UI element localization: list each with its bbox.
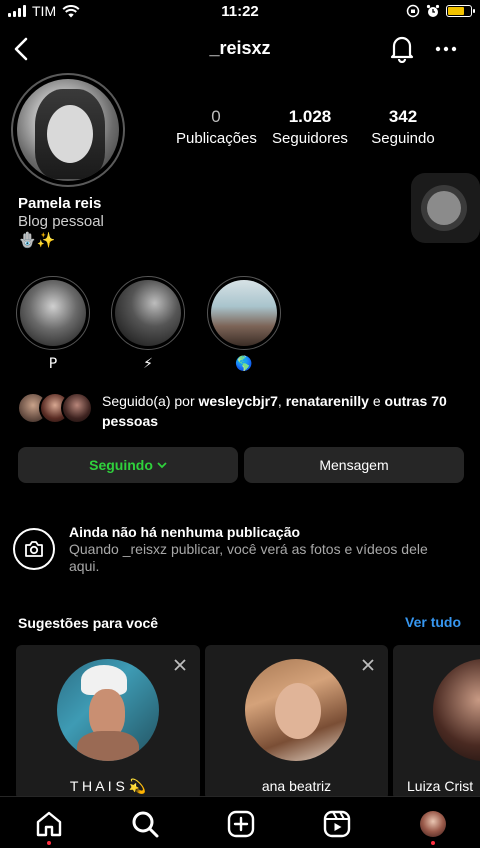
following-label: Seguindo bbox=[371, 130, 435, 147]
profile-name: Pamela reis bbox=[18, 195, 102, 212]
assistive-touch-button[interactable] bbox=[411, 173, 480, 243]
suggestion-name: T H A I S 💫 bbox=[69, 778, 147, 794]
orientation-lock-icon bbox=[406, 4, 420, 18]
camera-icon bbox=[13, 528, 55, 570]
message-label: Mensagem bbox=[319, 457, 389, 473]
highlight-p[interactable]: P bbox=[15, 276, 91, 372]
status-bar: TIM 11:22 bbox=[0, 0, 480, 24]
following-button[interactable]: Seguindo bbox=[18, 447, 238, 483]
top-nav: _reisxz bbox=[0, 30, 480, 68]
followers-label: Seguidores bbox=[272, 130, 348, 147]
reels-tab[interactable] bbox=[322, 809, 352, 839]
create-icon bbox=[227, 810, 255, 838]
suggestion-card[interactable]: ana beatriz bbox=[205, 645, 388, 800]
following-count: 342 bbox=[388, 107, 418, 126]
status-right bbox=[406, 4, 475, 18]
avatar bbox=[245, 659, 347, 761]
avatar bbox=[61, 392, 93, 424]
more-icon[interactable] bbox=[432, 35, 460, 63]
mutual-followers[interactable]: Seguido(a) por wesleycbjr7, renatarenill… bbox=[17, 391, 467, 431]
highlight-label: ⚡ bbox=[143, 356, 153, 372]
alarm-icon bbox=[426, 4, 440, 17]
mutual-avatars bbox=[17, 391, 93, 425]
message-button[interactable]: Mensagem bbox=[244, 447, 464, 483]
profile-bio: 🪬✨ bbox=[18, 231, 56, 249]
stat-posts[interactable]: 0 Publicações bbox=[176, 107, 257, 147]
following-label: Seguindo bbox=[89, 457, 153, 473]
followers-count: 1.028 bbox=[288, 107, 332, 126]
see-all-link[interactable]: Ver tudo bbox=[405, 614, 461, 630]
chevron-down-icon bbox=[157, 462, 167, 469]
avatar bbox=[433, 659, 480, 761]
battery-level bbox=[448, 7, 464, 15]
profile-photo bbox=[17, 79, 119, 181]
followed-by-text: Seguido(a) por wesleycbjr7, renatarenill… bbox=[102, 393, 447, 429]
close-icon[interactable] bbox=[360, 657, 376, 673]
empty-state-description: Quando _reisxz publicar, você verá as fo… bbox=[69, 541, 428, 574]
highlight-cover bbox=[115, 280, 181, 346]
suggestion-name: ana beatriz bbox=[261, 778, 332, 794]
profile-avatar[interactable] bbox=[11, 73, 125, 187]
stat-following[interactable]: 342 Seguindo bbox=[369, 107, 437, 147]
highlight-label: 🌎 bbox=[235, 356, 253, 372]
stat-followers[interactable]: 1.028 Seguidores bbox=[271, 107, 349, 147]
highlight-label: P bbox=[48, 356, 58, 372]
reels-icon bbox=[323, 810, 351, 838]
suggestion-card[interactable]: Luiza Crist bbox=[393, 645, 480, 800]
posts-label: Publicações bbox=[176, 130, 257, 147]
avatar bbox=[57, 659, 159, 761]
search-tab[interactable] bbox=[130, 809, 160, 839]
close-icon[interactable] bbox=[172, 657, 188, 673]
bell-icon[interactable] bbox=[388, 33, 416, 63]
suggestion-name: Luiza Crist bbox=[407, 778, 474, 794]
highlight-cover bbox=[20, 280, 86, 346]
create-tab[interactable] bbox=[226, 809, 256, 839]
home-icon bbox=[36, 811, 62, 837]
highlight-globe[interactable]: 🌎 bbox=[206, 276, 282, 372]
profile-category: Blog pessoal bbox=[18, 213, 104, 230]
highlight-lightning[interactable]: ⚡ bbox=[110, 276, 186, 372]
follower-link[interactable]: renatarenilly bbox=[286, 393, 369, 409]
suggestions-title: Sugestões para você bbox=[18, 615, 159, 631]
posts-count: 0 bbox=[211, 107, 221, 126]
suggestion-card[interactable]: T H A I S 💫 bbox=[16, 645, 200, 800]
highlight-cover bbox=[211, 280, 277, 346]
bottom-nav bbox=[0, 796, 480, 848]
home-tab[interactable] bbox=[34, 809, 64, 845]
battery-icon bbox=[446, 5, 475, 17]
empty-state-title: Ainda não há nenhuma publicação bbox=[69, 524, 301, 540]
follower-link[interactable]: wesleycbjr7 bbox=[199, 393, 278, 409]
profile-tab[interactable] bbox=[418, 809, 448, 845]
profile-avatar-icon bbox=[420, 811, 446, 837]
search-icon bbox=[132, 811, 159, 838]
